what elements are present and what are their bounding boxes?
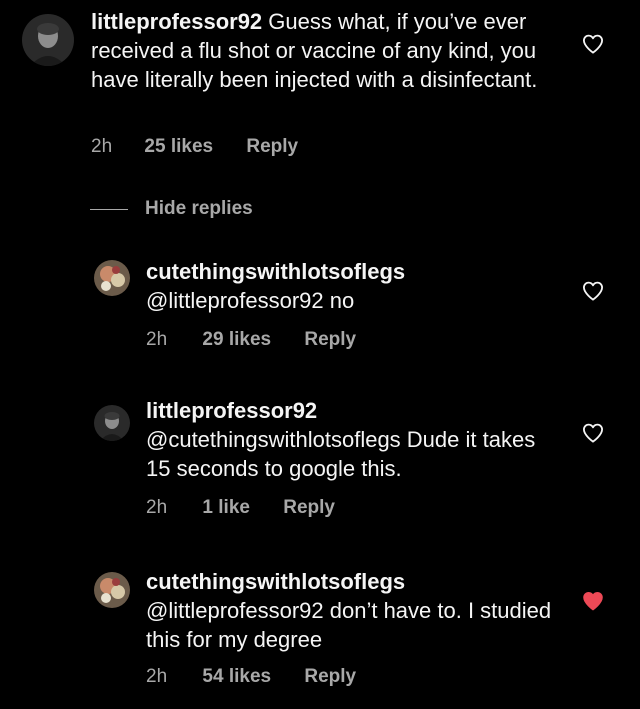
reply-button[interactable]: Reply bbox=[283, 497, 335, 519]
comment-time: 2h bbox=[146, 497, 168, 518]
heart-outline-icon[interactable] bbox=[582, 34, 604, 54]
comment-time: 2h bbox=[146, 666, 168, 687]
comment-likes[interactable]: 29 likes bbox=[202, 329, 271, 351]
heart-filled-icon[interactable] bbox=[582, 591, 604, 611]
avatar-littleprofessor92[interactable] bbox=[94, 405, 130, 441]
hide-replies-label: Hide replies bbox=[145, 198, 253, 219]
comment-actions: 2h 1 like Reply bbox=[146, 497, 335, 519]
comment-likes[interactable]: 25 likes bbox=[144, 136, 213, 158]
comment-text: @littleprofessor92 don’t have to. I stud… bbox=[146, 598, 552, 652]
avatar-cutethingswithlotsoflegs[interactable] bbox=[94, 260, 130, 296]
reply-button[interactable]: Reply bbox=[246, 136, 298, 158]
avatar-littleprofessor92[interactable] bbox=[22, 14, 74, 66]
comment-actions: 2h 25 likes Reply bbox=[91, 136, 298, 158]
reply-button[interactable]: Reply bbox=[304, 666, 356, 688]
comment-username[interactable]: littleprofessor92 bbox=[91, 9, 262, 34]
comment-username[interactable]: cutethingswithlotsoflegs bbox=[146, 567, 556, 596]
avatar-cutethingswithlotsoflegs[interactable] bbox=[94, 572, 130, 608]
reply-button[interactable]: Reply bbox=[304, 329, 356, 351]
hide-replies-button[interactable]: Hide replies bbox=[90, 196, 253, 222]
heart-outline-icon[interactable] bbox=[582, 281, 604, 301]
comment-likes[interactable]: 54 likes bbox=[202, 666, 271, 688]
comment-actions: 2h 54 likes Reply bbox=[146, 666, 356, 688]
comment-body: cutethingswithlotsoflegs @littleprofesso… bbox=[146, 567, 556, 654]
comment-text: @cutethingswithlotsoflegs Dude it takes … bbox=[146, 427, 536, 481]
comment-time: 2h bbox=[146, 329, 168, 350]
comment-actions: 2h 29 likes Reply bbox=[146, 329, 356, 351]
comment-username[interactable]: littleprofessor92 bbox=[146, 396, 556, 425]
comment-body: littleprofessor92 Guess what, if you’ve … bbox=[91, 7, 551, 94]
comment-likes[interactable]: 1 like bbox=[202, 497, 250, 519]
comment-text: @littleprofessor92 no bbox=[146, 288, 355, 313]
hide-replies-divider bbox=[90, 208, 128, 210]
comment-username[interactable]: cutethingswithlotsoflegs bbox=[146, 257, 556, 286]
comment-body: littleprofessor92 @cutethingswithlotsofl… bbox=[146, 396, 556, 483]
comment-body: cutethingswithlotsoflegs @littleprofesso… bbox=[146, 257, 556, 315]
heart-outline-icon[interactable] bbox=[582, 423, 604, 443]
comment-time: 2h bbox=[91, 136, 113, 157]
